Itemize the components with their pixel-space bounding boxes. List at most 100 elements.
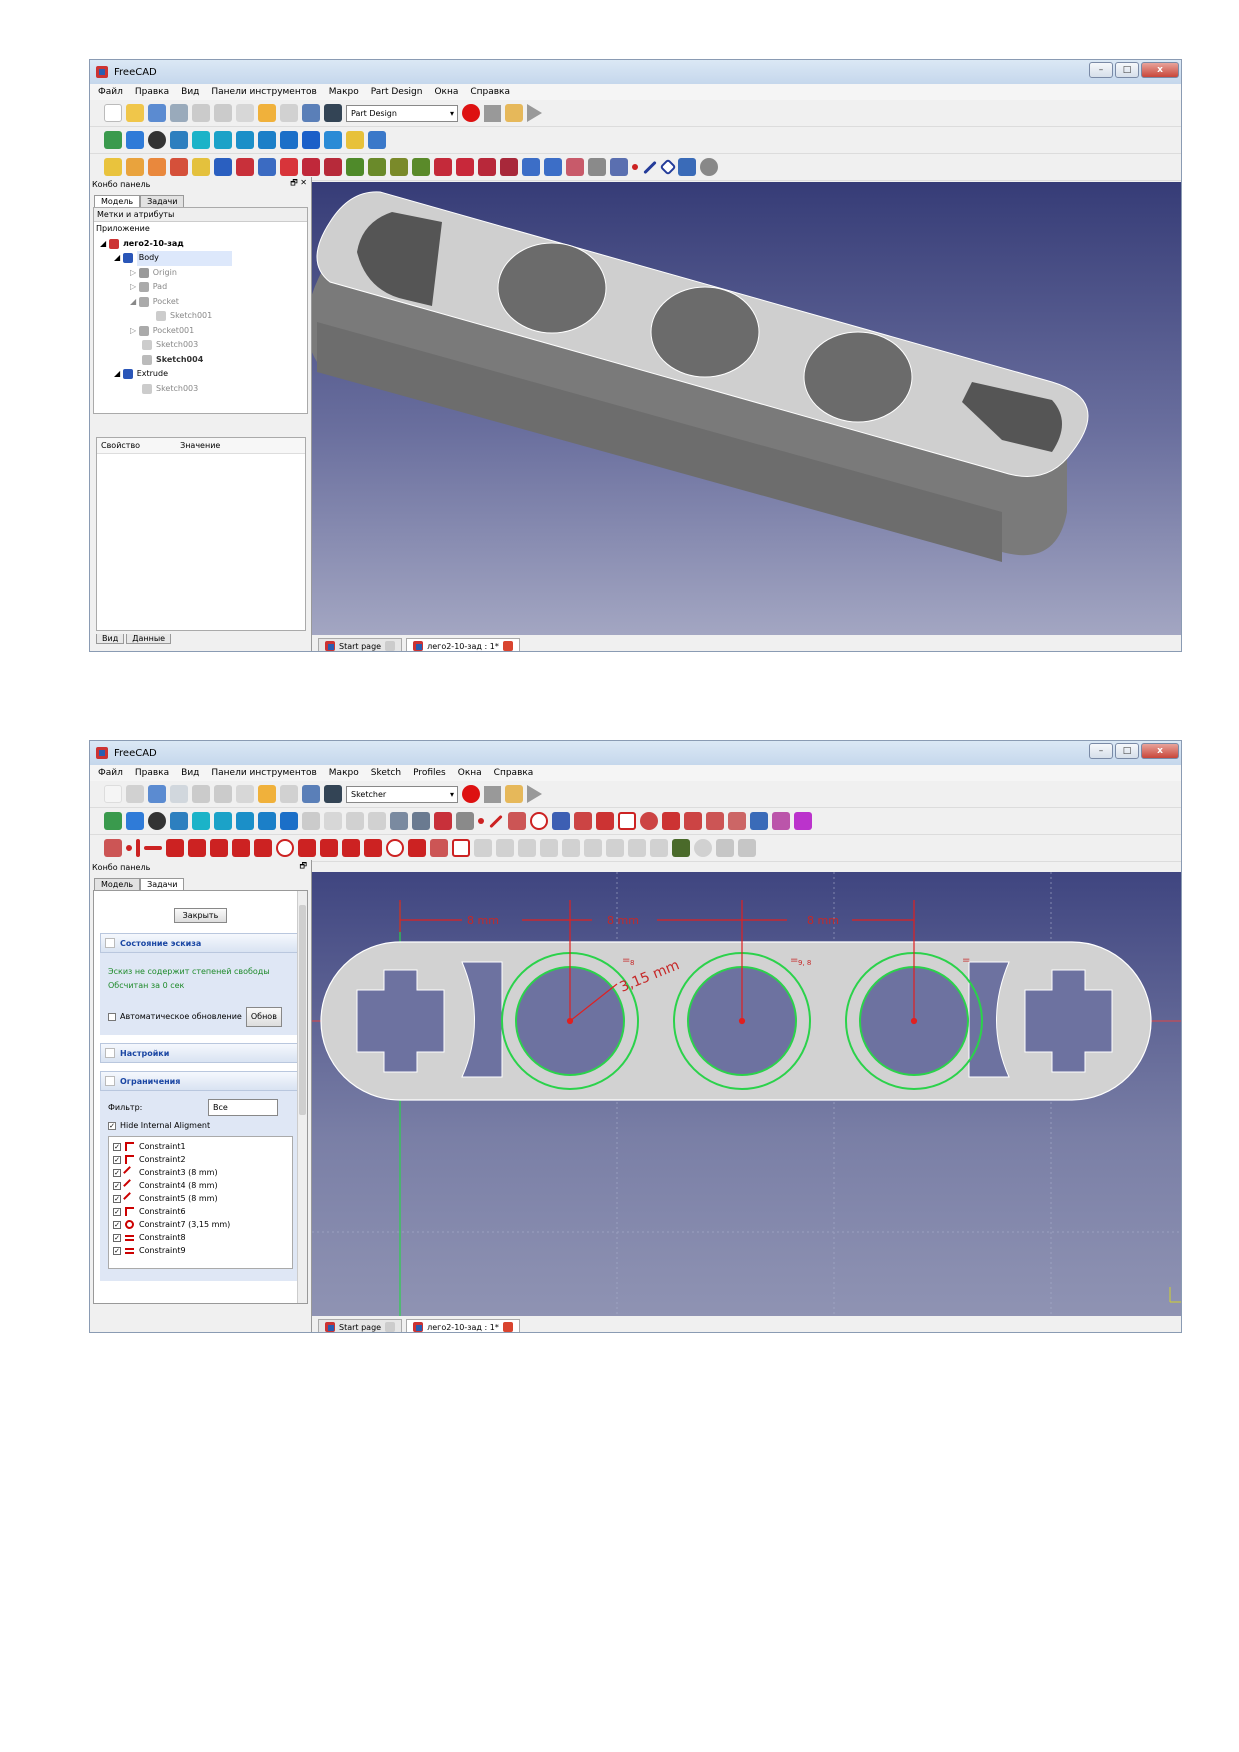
create-conic-icon[interactable] (552, 812, 570, 830)
menu-help[interactable]: Справка (464, 87, 516, 97)
polar-pattern-icon[interactable] (390, 158, 408, 176)
pipe-icon[interactable] (170, 158, 188, 176)
menu-sketch[interactable]: Sketch (365, 768, 407, 778)
constraint-tangent-icon[interactable] (210, 839, 228, 857)
pocket-icon[interactable] (214, 158, 232, 176)
tree-item-origin[interactable]: ▷ Origin (94, 266, 307, 281)
menu-toolbars[interactable]: Панели инструментов (205, 768, 322, 778)
import-icon[interactable] (588, 158, 606, 176)
bottom-view-icon[interactable] (280, 812, 298, 830)
list-item[interactable]: ✓ Constraint2 (113, 1153, 288, 1166)
tree-item-pad[interactable]: ▷ Pad (94, 280, 307, 295)
isometric-view-icon[interactable] (170, 131, 188, 149)
additive-primitive-icon[interactable] (192, 158, 210, 176)
constraint-symmetric-icon[interactable] (254, 839, 272, 857)
part-icon[interactable] (324, 812, 342, 830)
minimize-button[interactable]: – (1089, 743, 1113, 759)
tab-tasks[interactable]: Задачи (140, 878, 185, 890)
front-view-icon[interactable] (192, 131, 210, 149)
right-view-icon[interactable] (236, 131, 254, 149)
float-icon[interactable]: 🗗 (299, 860, 307, 874)
menu-file[interactable]: Файл (92, 768, 129, 778)
shape-binder-icon[interactable] (544, 158, 562, 176)
tab-start-page[interactable]: Start page (318, 638, 403, 651)
tab-data[interactable]: Данные (126, 634, 172, 644)
linear-pattern-icon[interactable] (368, 158, 386, 176)
macro-stop-icon[interactable] (484, 104, 501, 122)
fit-selection-icon[interactable] (126, 812, 144, 830)
create-arc-icon[interactable] (508, 812, 526, 830)
boolean-icon[interactable] (522, 158, 540, 176)
close-tab-icon[interactable] (385, 1322, 396, 1332)
task-panel-scrollbar[interactable] (297, 891, 307, 1303)
hide-internal-checkbox[interactable]: ✓ (108, 1121, 116, 1130)
export-icon[interactable] (610, 158, 628, 176)
front-view-icon[interactable] (192, 812, 210, 830)
refresh-icon[interactable] (302, 104, 320, 122)
sketch-viewport[interactable]: 8 mm 8 mm 8 mm 3,15 mm = 8 = 9, 8 = (312, 872, 1181, 1316)
tab-model[interactable]: Модель (94, 878, 141, 890)
macro-record-icon[interactable] (462, 104, 480, 122)
subtractive-pipe-icon[interactable] (302, 158, 320, 176)
save-as-icon[interactable] (170, 104, 188, 122)
list-item[interactable]: ✓ Constraint3 (8 mm) (113, 1166, 288, 1179)
left-view-icon[interactable] (302, 131, 320, 149)
menu-profiles[interactable]: Profiles (407, 768, 452, 778)
maximize-button[interactable]: □ (1115, 62, 1139, 78)
constraint-lock-icon[interactable] (298, 839, 316, 857)
tree-item-extrude[interactable]: ◢ Extrude (94, 367, 307, 382)
draw-style-icon[interactable] (148, 812, 166, 830)
new-file-icon[interactable] (104, 785, 122, 803)
group-icon[interactable] (346, 812, 364, 830)
create-slot-icon[interactable] (662, 812, 680, 830)
clone-icon[interactable] (566, 158, 584, 176)
create-polyline-icon[interactable] (596, 812, 614, 830)
groove-icon[interactable] (258, 158, 276, 176)
mirrored-icon[interactable] (346, 158, 364, 176)
tab-start-page[interactable]: Start page (318, 1319, 403, 1332)
thickness-icon[interactable] (500, 158, 518, 176)
new-sketch-icon[interactable] (368, 812, 386, 830)
save-icon[interactable] (148, 785, 166, 803)
pad-icon[interactable] (104, 158, 122, 176)
create-circle-icon[interactable] (530, 812, 548, 830)
fillet-icon[interactable] (434, 158, 452, 176)
save-as-icon[interactable] (170, 785, 188, 803)
cut-icon[interactable] (192, 104, 210, 122)
redo-icon[interactable] (280, 785, 298, 803)
tree-item-doc[interactable]: ◢ лего2-10-зад (94, 237, 307, 252)
create-rectangle-icon[interactable] (618, 812, 636, 830)
macro-edit-icon[interactable] (505, 104, 523, 122)
save-icon[interactable] (148, 104, 166, 122)
hole-icon[interactable] (236, 158, 254, 176)
menu-windows[interactable]: Окна (428, 87, 464, 97)
auto-update-checkbox[interactable] (108, 1013, 116, 1021)
dimension-label-3[interactable]: 8 mm (807, 914, 839, 927)
constraint-angle-icon[interactable] (408, 839, 426, 857)
menu-edit[interactable]: Правка (129, 768, 175, 778)
menu-windows[interactable]: Окна (452, 768, 488, 778)
close-window-button[interactable]: x (1141, 743, 1179, 759)
tree-item-pocket[interactable]: ◢ Pocket (94, 295, 307, 310)
menu-view[interactable]: Вид (175, 87, 205, 97)
menu-part-design[interactable]: Part Design (365, 87, 429, 97)
close-tab-icon[interactable] (502, 641, 513, 651)
constraint-equal-icon[interactable] (232, 839, 250, 857)
menu-macro[interactable]: Макро (323, 87, 365, 97)
select-solver-dofs-icon[interactable] (474, 839, 492, 857)
clone-geometry-icon[interactable] (628, 839, 646, 857)
list-item[interactable]: ✓ Constraint4 (8 mm) (113, 1179, 288, 1192)
local-cs-icon[interactable] (678, 158, 696, 176)
close-tab-icon[interactable] (502, 1322, 513, 1332)
rectangular-array-icon[interactable] (650, 839, 668, 857)
cut-icon[interactable] (192, 785, 210, 803)
menu-help[interactable]: Справка (488, 768, 540, 778)
rear-view-icon[interactable] (258, 131, 276, 149)
tree-item-sketch001[interactable]: Sketch001 (94, 309, 307, 324)
list-item[interactable]: ✓ Constraint8 (113, 1231, 288, 1244)
macro-stop-icon[interactable] (484, 785, 501, 803)
constraint-block-icon[interactable] (276, 839, 294, 857)
constraint-vertical-distance-icon[interactable] (342, 839, 360, 857)
rear-view-icon[interactable] (258, 812, 276, 830)
chamfer-icon[interactable] (456, 158, 474, 176)
